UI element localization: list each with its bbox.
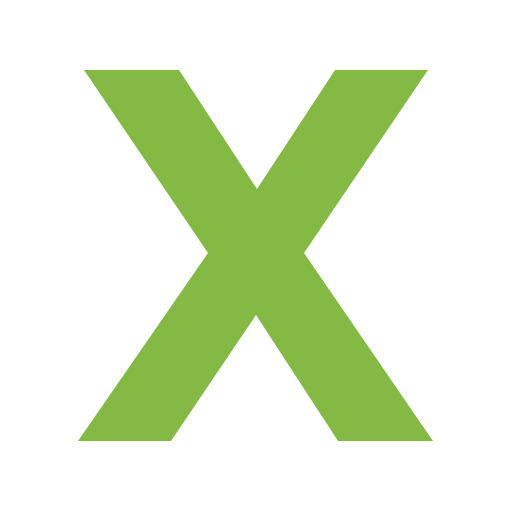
icon-canvas xyxy=(0,0,512,512)
x-letter-shape xyxy=(78,70,433,441)
x-letter-icon xyxy=(78,70,433,441)
